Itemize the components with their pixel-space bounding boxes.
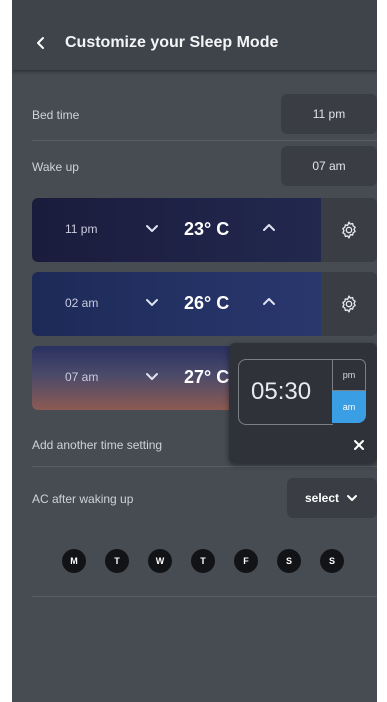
time-setting-card: 02 am 26° C [32, 272, 377, 336]
chevron-up-icon [263, 224, 275, 231]
chevron-down-icon [146, 225, 158, 232]
header-bar: Customize your Sleep Mode [12, 0, 377, 70]
card-temperature: 26° C [184, 293, 230, 313]
day-toggle-tuesday[interactable]: T [105, 549, 129, 573]
card-temperature: 27° C [184, 367, 230, 387]
bed-time-button[interactable]: 11 pm [281, 94, 377, 134]
increase-temp-button[interactable] [259, 218, 279, 238]
day-toggle-monday[interactable]: M [62, 549, 86, 573]
am-button[interactable]: am [332, 391, 366, 423]
bed-time-label: Bed time [32, 108, 80, 122]
divider [32, 140, 377, 141]
phone-screen: Customize your Sleep Mode Bed time 11 pm… [12, 0, 377, 702]
gear-icon [342, 221, 356, 239]
time-picker-popup: 05:30 pm am [229, 343, 377, 463]
close-button[interactable] [353, 439, 365, 451]
page-title: Customize your Sleep Mode [65, 34, 279, 51]
close-icon [354, 440, 364, 450]
select-label: select [304, 491, 340, 505]
day-toggle-saturday[interactable]: S [277, 549, 301, 573]
chevron-up-icon [263, 298, 275, 305]
time-input[interactable]: 05:30 [238, 359, 333, 425]
settings-button[interactable] [321, 272, 377, 336]
card-time: 02 am [65, 296, 99, 310]
wake-up-value: 07 am [312, 159, 346, 173]
day-selector: M T W T F S S [62, 549, 344, 573]
pm-label: pm [342, 370, 356, 380]
day-toggle-wednesday[interactable]: W [148, 549, 172, 573]
time-value: 05:30 [251, 378, 312, 405]
chevron-left-icon [37, 37, 44, 49]
card-temperature: 23° C [184, 219, 230, 239]
am-label: am [342, 402, 356, 412]
card-time: 07 am [65, 370, 99, 384]
divider [32, 596, 377, 597]
chevron-down-icon [347, 495, 358, 501]
settings-button[interactable] [321, 198, 377, 262]
back-button[interactable] [32, 33, 48, 53]
bed-time-value: 11 pm [312, 107, 346, 121]
decrease-temp-button[interactable] [142, 366, 162, 386]
am-pm-toggle: pm am [332, 359, 366, 423]
add-time-setting-link[interactable]: Add another time setting [32, 438, 162, 452]
ac-after-waking-select[interactable]: select [287, 478, 377, 518]
day-toggle-friday[interactable]: F [234, 549, 258, 573]
increase-temp-button[interactable] [259, 292, 279, 312]
day-toggle-thursday[interactable]: T [191, 549, 215, 573]
decrease-temp-button[interactable] [142, 292, 162, 312]
pm-button[interactable]: pm [332, 359, 366, 391]
chevron-down-icon [146, 299, 158, 306]
wake-up-label: Wake up [32, 160, 79, 174]
ac-after-waking-label: AC after waking up [32, 492, 134, 506]
decrease-temp-button[interactable] [142, 218, 162, 238]
time-setting-card: 11 pm 23° C [32, 198, 377, 262]
gear-icon [342, 295, 356, 313]
chevron-down-icon [146, 373, 158, 380]
wake-up-button[interactable]: 07 am [281, 146, 377, 186]
day-toggle-sunday[interactable]: S [320, 549, 344, 573]
card-time: 11 pm [65, 222, 98, 236]
divider [32, 466, 377, 467]
